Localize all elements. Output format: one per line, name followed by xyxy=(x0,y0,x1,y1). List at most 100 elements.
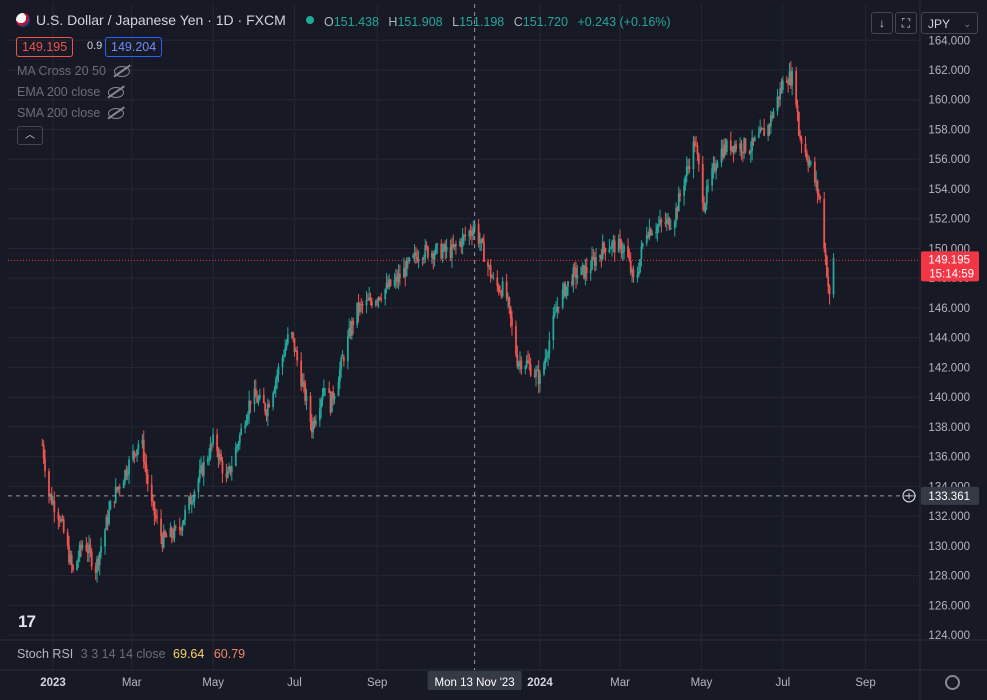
candle-body xyxy=(77,557,80,562)
candle-body xyxy=(66,532,69,546)
candle-body xyxy=(813,161,816,183)
candle-body xyxy=(592,256,595,258)
open-value: 151.438 xyxy=(333,15,379,29)
candle-body xyxy=(282,356,285,358)
candle-body xyxy=(258,394,261,399)
indicator-ma-cross[interactable]: MA Cross 20 50 xyxy=(17,64,130,78)
candle-body xyxy=(567,281,569,287)
download-icon[interactable]: ↓ xyxy=(871,12,893,34)
candle-body xyxy=(669,228,672,230)
candle-body xyxy=(489,265,492,278)
time-tick-label: 2023 xyxy=(40,677,66,689)
candle-body xyxy=(221,460,224,474)
candle-body xyxy=(796,104,799,113)
candle-body xyxy=(805,152,808,160)
candle-body xyxy=(153,501,156,516)
candle-body xyxy=(753,137,756,141)
hidden-eye-icon[interactable] xyxy=(113,65,130,77)
candle-body xyxy=(632,269,635,278)
candle-body xyxy=(828,286,831,295)
candle-body xyxy=(697,154,700,165)
tradingview-logo: 17 xyxy=(18,612,36,631)
candle-body xyxy=(668,217,671,229)
candle-body xyxy=(245,420,248,426)
candle-body xyxy=(701,164,704,203)
candle-body xyxy=(508,297,511,307)
buy-button[interactable]: 149.204 xyxy=(105,37,163,57)
candle-body xyxy=(293,338,296,352)
candle-body xyxy=(108,509,110,524)
candle-body xyxy=(48,471,50,496)
candle-body xyxy=(405,260,408,277)
candle-body xyxy=(380,298,383,300)
candle-body xyxy=(62,519,65,533)
sell-button[interactable]: 149.195 xyxy=(16,37,74,57)
candle-body xyxy=(740,143,743,153)
candle-body xyxy=(725,140,728,153)
candle-body xyxy=(197,479,200,492)
candle-body xyxy=(412,254,415,258)
candle-body xyxy=(800,138,803,144)
candle-body xyxy=(552,315,555,341)
candle-body xyxy=(281,357,284,367)
candle-body xyxy=(182,519,185,525)
indicator-sma-200[interactable]: SMA 200 close xyxy=(17,106,125,120)
candle-body xyxy=(244,425,247,429)
usd-jpy-flag-icon xyxy=(16,13,30,27)
hidden-eye-icon[interactable] xyxy=(108,107,125,119)
candle-body xyxy=(683,185,685,196)
collapse-indicators-button[interactable]: ︿ xyxy=(17,126,43,145)
candle-body xyxy=(164,531,166,536)
price-tick-label: 160.000 xyxy=(928,95,970,107)
candle-body xyxy=(656,225,659,232)
fullscreen-icon[interactable]: ⛶ xyxy=(895,12,917,34)
candle-body xyxy=(89,544,92,552)
candle-body xyxy=(165,535,168,538)
candle-body xyxy=(305,396,308,402)
time-tick-label: Jul xyxy=(287,677,302,689)
ohlc-values: O151.438 H151.908 L151.198 C151.720 +0.2… xyxy=(324,15,677,29)
candle-body xyxy=(795,71,798,105)
symbol-title: U.S. Dollar / Japanese Yen · 1D · FXCM xyxy=(36,12,286,28)
candle-body xyxy=(763,128,766,136)
candle-body xyxy=(496,277,499,287)
candle-body xyxy=(527,360,529,363)
candle-body xyxy=(693,141,696,146)
indicator-ema-200[interactable]: EMA 200 close xyxy=(17,85,125,99)
candle-body xyxy=(322,388,325,396)
candle-body xyxy=(524,366,527,370)
candle-body xyxy=(236,445,239,448)
candle-body xyxy=(637,271,640,276)
candle-body xyxy=(320,399,323,409)
candle-body xyxy=(620,241,623,254)
candle-body xyxy=(548,340,551,354)
candle-body xyxy=(425,244,428,248)
symbol-header[interactable]: U.S. Dollar / Japanese Yen · 1D · FXCM xyxy=(16,12,314,28)
candle-body xyxy=(292,332,295,339)
candle-body xyxy=(309,396,312,423)
price-tick-label: 164.000 xyxy=(928,35,970,47)
candle-body xyxy=(234,447,237,466)
candle-body xyxy=(328,388,331,393)
candle-body xyxy=(296,350,299,361)
candle-body xyxy=(572,267,575,285)
change-value: +0.243 (+0.16%) xyxy=(577,15,671,29)
hidden-eye-icon[interactable] xyxy=(108,86,125,98)
candle-body xyxy=(302,381,305,384)
open-key: O xyxy=(324,15,334,29)
candle-body xyxy=(202,461,205,476)
candle-body xyxy=(684,176,687,186)
candle-body xyxy=(272,392,275,407)
candle-body xyxy=(212,434,215,445)
stoch-rsi-legend[interactable]: Stoch RSI 3 3 14 14 close 69.64 60.79 xyxy=(17,647,245,661)
price-tick-label: 136.000 xyxy=(928,452,970,464)
candle-body xyxy=(384,289,387,300)
candle-body xyxy=(640,246,643,260)
candle-body xyxy=(469,230,472,234)
candle-body xyxy=(321,395,324,400)
candle-body xyxy=(128,459,130,475)
settings-gear-icon[interactable] xyxy=(945,675,960,690)
price-chart[interactable]: 164.000 162.000 160.000 158.000 156.000 154.0… xyxy=(0,0,987,700)
candle-body xyxy=(369,297,372,302)
currency-select[interactable]: JPY ⌄ xyxy=(921,12,978,34)
